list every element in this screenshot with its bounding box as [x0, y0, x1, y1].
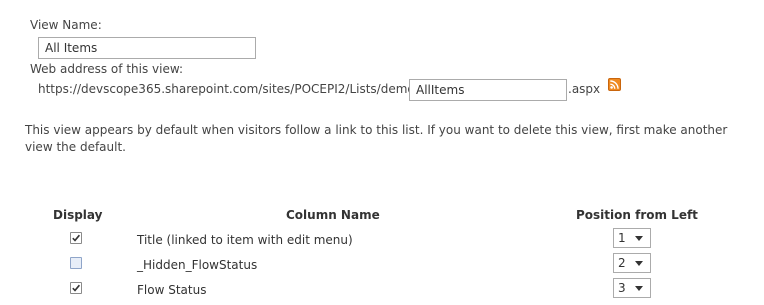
display-checkbox[interactable]: [70, 257, 82, 269]
column-name-label: Title (linked to item with edit menu): [137, 233, 353, 247]
position-select[interactable]: 1: [613, 228, 651, 248]
dropdown-arrow-icon: [635, 286, 643, 291]
column-name-label: Flow Status: [137, 283, 207, 297]
display-checkbox[interactable]: [70, 282, 82, 294]
position-select[interactable]: 3: [613, 278, 651, 298]
dropdown-arrow-icon: [635, 236, 643, 241]
column-name-header: Column Name: [286, 208, 380, 222]
web-address-label: Web address of this view:: [30, 62, 184, 76]
column-name-label: _Hidden_FlowStatus: [137, 258, 258, 272]
position-value: 1: [618, 231, 626, 245]
dropdown-arrow-icon: [635, 261, 643, 266]
web-address-extension: .aspx: [568, 82, 601, 96]
display-column-header: Display: [53, 208, 103, 222]
position-value: 3: [618, 281, 626, 295]
view-name-input[interactable]: [38, 37, 256, 59]
position-from-left-header: Position from Left: [576, 208, 698, 222]
position-value: 2: [618, 256, 626, 270]
rss-feed-icon[interactable]: [608, 78, 621, 91]
position-select[interactable]: 2: [613, 253, 651, 273]
view-name-label: View Name:: [30, 18, 102, 32]
web-address-page-input[interactable]: [409, 79, 567, 101]
web-address-base-url: https://devscope365.sharepoint.com/sites…: [38, 82, 419, 96]
display-checkbox[interactable]: [70, 232, 82, 244]
default-view-notice: This view appears by default when visito…: [25, 123, 728, 154]
